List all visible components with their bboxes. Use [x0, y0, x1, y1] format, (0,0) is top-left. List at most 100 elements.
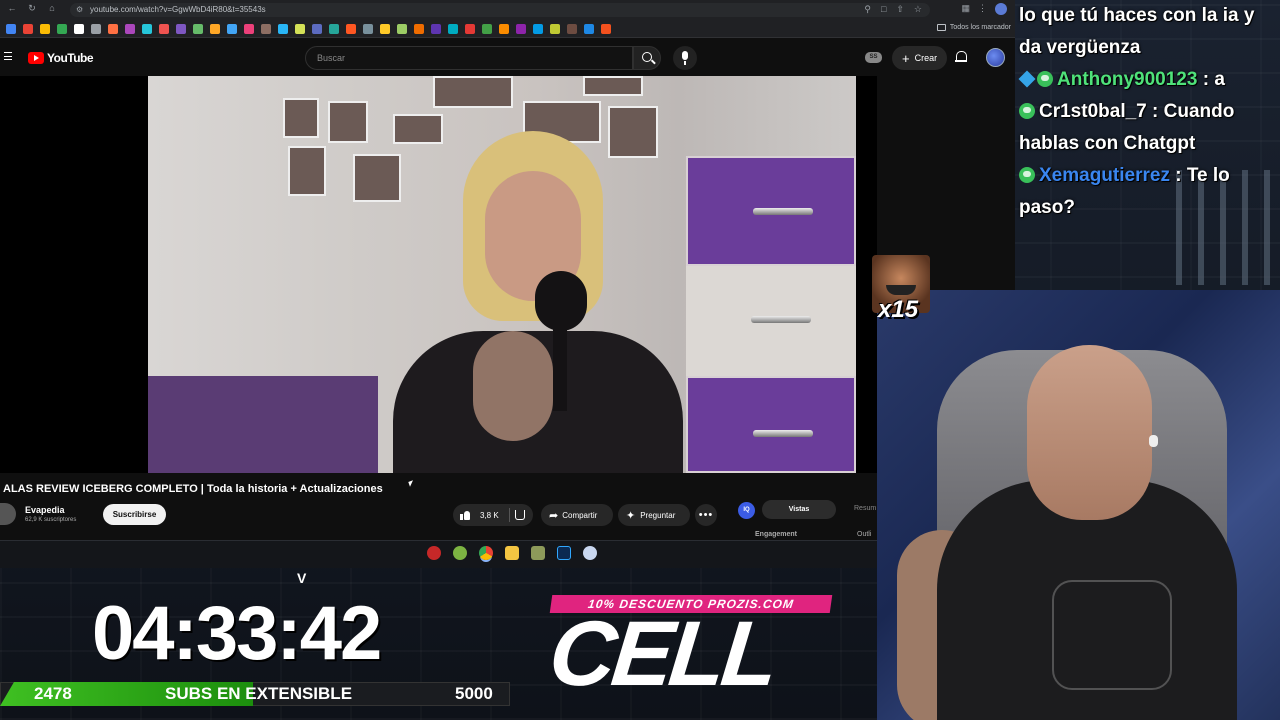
wall-photo	[433, 76, 513, 108]
bookmark-favicon-icon[interactable]	[499, 24, 509, 34]
badge-cube-icon	[1018, 70, 1036, 88]
reload-icon[interactable]: ↻	[26, 3, 38, 14]
chat-badge-icon	[1037, 71, 1053, 87]
share-label: Compartir	[562, 510, 598, 520]
menu-hamburger-icon[interactable]	[4, 52, 12, 60]
back-icon[interactable]: ←	[6, 3, 18, 14]
share-icon[interactable]: ⇧	[896, 4, 904, 15]
mouse-cursor	[408, 480, 415, 487]
browser-toolbar: ← ↻ ⌂ ⚙ youtube.com/watch?v=GgwWbD4iR80&…	[0, 0, 1015, 20]
bookmark-favicon-icon[interactable]	[346, 24, 356, 34]
channel-name[interactable]: Evapedia	[25, 505, 65, 515]
youtube-logo[interactable]: YouTube	[28, 51, 94, 65]
bookmark-favicon-icon[interactable]	[465, 24, 475, 34]
search-placeholder: Buscar	[317, 53, 346, 63]
bookmark-favicon-icon[interactable]	[244, 24, 254, 34]
menu-icon[interactable]: ⋮	[978, 3, 987, 15]
search-icon[interactable]	[633, 46, 661, 70]
chrome-icon[interactable]	[479, 546, 493, 560]
notifications-bell-icon[interactable]	[955, 51, 967, 63]
site-info-icon[interactable]: ⚙	[76, 5, 83, 14]
video-player[interactable]	[0, 76, 877, 473]
youtube-header: YouTube Buscar SS + Crear	[0, 38, 1015, 76]
share-arrow-icon: ➦	[549, 509, 559, 522]
bookmark-favicon-icon[interactable]	[516, 24, 526, 34]
more-actions-button[interactable]: •••	[695, 504, 717, 526]
file-explorer-icon[interactable]	[505, 546, 519, 560]
video-frame[interactable]	[148, 76, 856, 473]
bookmark-favicon-icon[interactable]	[295, 24, 305, 34]
like-count[interactable]: 3,8 K	[480, 511, 499, 520]
bookmark-favicon-icon[interactable]	[363, 24, 373, 34]
cell-logo: CELL	[544, 603, 780, 705]
browser-window: ← ↻ ⌂ ⚙ youtube.com/watch?v=GgwWbD4iR80&…	[0, 0, 1015, 568]
bookmark-favicon-icon[interactable]	[448, 24, 458, 34]
bookmark-favicon-icon[interactable]	[23, 24, 33, 34]
bookmark-favicon-icon[interactable]	[601, 24, 611, 34]
bookmark-favicon-icon[interactable]	[312, 24, 322, 34]
profile-avatar[interactable]	[995, 3, 1007, 15]
dislike-icon[interactable]	[515, 510, 525, 520]
create-button[interactable]: + Crear	[892, 46, 948, 70]
bookmark-favicon-icon[interactable]	[567, 24, 577, 34]
bookmark-favicon-icon[interactable]	[159, 24, 169, 34]
youtube-logo-text: YouTube	[47, 51, 94, 65]
channel-avatar[interactable]	[0, 503, 16, 525]
address-bar[interactable]: ⚙ youtube.com/watch?v=GgwWbD4iR80&t=3554…	[70, 3, 930, 17]
engagement-label: Engagement	[755, 531, 798, 538]
search-input[interactable]: Buscar	[305, 46, 633, 70]
user-avatar[interactable]	[986, 48, 1005, 67]
zoom-icon[interactable]: ⚲	[864, 4, 871, 15]
chat-message: Cr1st0bal_7 : Cuando hablas con Chatgpt	[1015, 96, 1280, 160]
bookmark-favicon-icon[interactable]	[431, 24, 441, 34]
bookmark-favicon-icon[interactable]	[108, 24, 118, 34]
bookmark-favicon-icon[interactable]	[482, 24, 492, 34]
bookmark-favicon-icon[interactable]	[40, 24, 50, 34]
record-app-icon[interactable]	[427, 546, 441, 560]
bookmark-favicon-icon[interactable]	[142, 24, 152, 34]
microphone-icon[interactable]	[673, 46, 697, 70]
minecraft-icon[interactable]	[531, 546, 545, 560]
bookmark-favicon-icon[interactable]	[414, 24, 424, 34]
bookmark-favicon-icon[interactable]	[176, 24, 186, 34]
app-icon[interactable]	[583, 546, 597, 560]
iq-badge[interactable]: IQ	[738, 502, 755, 519]
bookmark-favicon-icon[interactable]	[380, 24, 390, 34]
photoshop-icon[interactable]	[557, 546, 571, 560]
bookmark-favicon-icon[interactable]	[329, 24, 339, 34]
bookmark-favicon-icon[interactable]	[533, 24, 543, 34]
bookmark-favicon-icon[interactable]	[57, 24, 67, 34]
bookmarks-bar: Todos los marcador	[0, 20, 1015, 38]
bookmark-star-icon[interactable]: ☆	[914, 4, 922, 15]
extensions-icon[interactable]: ▦	[961, 3, 970, 15]
bookmark-favicon-icon[interactable]	[261, 24, 271, 34]
like-separator	[509, 508, 510, 522]
install-icon[interactable]: □	[881, 4, 886, 15]
purple-drawer	[686, 156, 856, 266]
bookmark-favicon-icon[interactable]	[74, 24, 84, 34]
tab-vistas[interactable]: Vistas	[762, 500, 836, 519]
ss-badge[interactable]: SS	[865, 52, 882, 63]
bookmark-favicon-icon[interactable]	[278, 24, 288, 34]
chat-app-icon[interactable]	[453, 546, 467, 560]
share-button[interactable]: ➦ Compartir	[541, 504, 613, 526]
bookmark-favicon-icon[interactable]	[125, 24, 135, 34]
subscribe-button[interactable]: Suscribirse	[103, 504, 166, 525]
bookmark-favicon-icon[interactable]	[193, 24, 203, 34]
chat-username: Xemagutierrez	[1039, 165, 1170, 186]
bookmark-favicon-icon[interactable]	[6, 24, 16, 34]
ask-button[interactable]: ✦ Preguntar	[618, 504, 690, 526]
taskbar	[0, 540, 877, 568]
like-icon[interactable]	[460, 510, 470, 520]
bookmark-favicon-icon[interactable]	[584, 24, 594, 34]
bookmark-favicon-icon[interactable]	[397, 24, 407, 34]
bookmark-favicon-icon[interactable]	[91, 24, 101, 34]
bookmark-favicon-icon[interactable]	[227, 24, 237, 34]
bookmark-favicon-icon[interactable]	[210, 24, 220, 34]
webcam-feed	[877, 290, 1280, 720]
all-bookmarks[interactable]: Todos los marcador	[936, 24, 1011, 31]
home-icon[interactable]: ⌂	[46, 3, 58, 14]
tab-resumen[interactable]: Resum	[854, 505, 876, 512]
bookmark-favicon-icon[interactable]	[550, 24, 560, 34]
folder-icon	[936, 24, 946, 31]
